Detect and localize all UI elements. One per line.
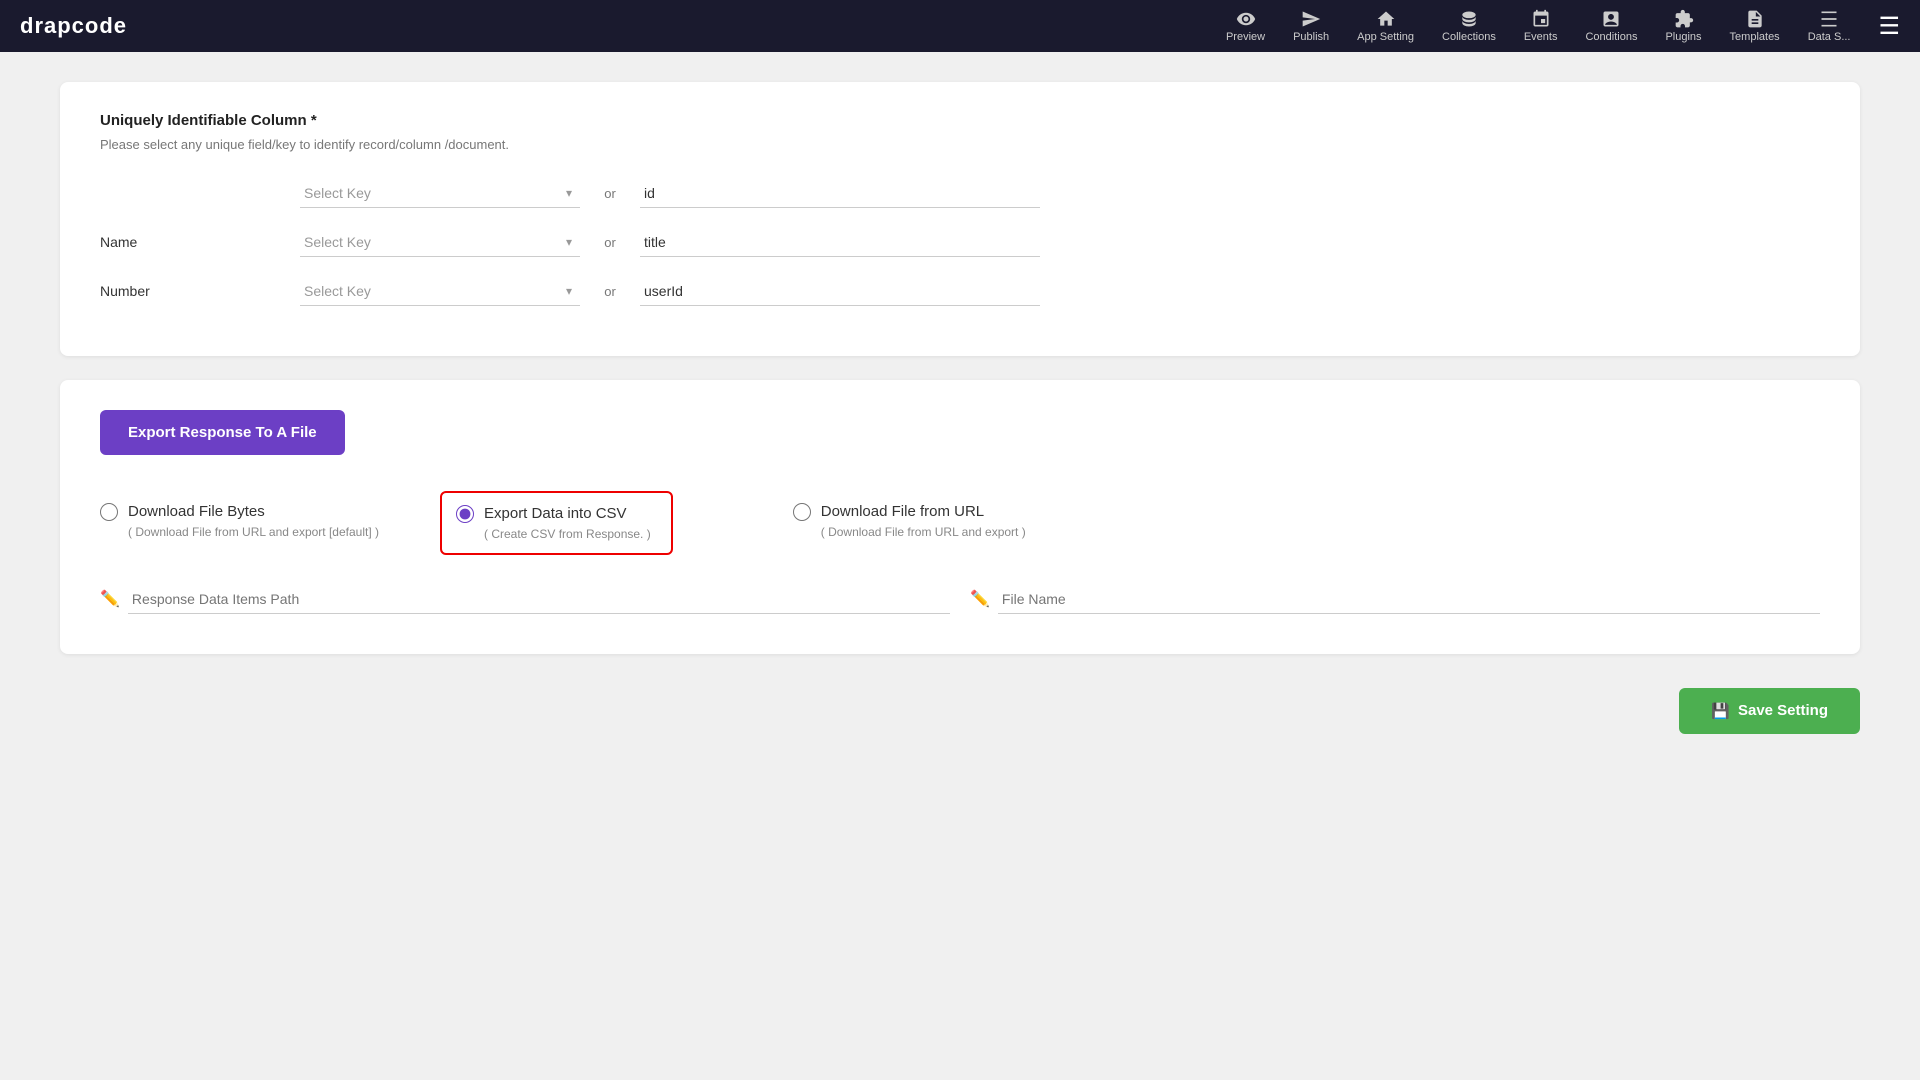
topnav-icons: Preview Publish App Setting Collections … <box>1226 9 1900 43</box>
section-subtitle: Please select any unique field/key to id… <box>100 135 1820 155</box>
field-row-name: Name Select Key or <box>100 228 1820 257</box>
section-header: Uniquely Identifiable Column * Please se… <box>100 112 1820 155</box>
topnav: drapcode Preview Publish App Setting Col… <box>0 0 1920 52</box>
topnav-events-label: Events <box>1524 31 1558 43</box>
radio-option-download-bytes[interactable]: Download File Bytes ( Download File from… <box>100 491 380 551</box>
select-key-id[interactable]: Select Key <box>300 179 580 208</box>
radio-download-bytes-sub: ( Download File from URL and export [def… <box>128 525 379 539</box>
field-row-id: Select Key or <box>100 179 1820 208</box>
select-key-id-wrapper: Select Key <box>300 179 580 208</box>
topnav-templates-label: Templates <box>1730 31 1780 43</box>
radio-download-bytes[interactable] <box>100 503 118 521</box>
topnav-collections[interactable]: Collections <box>1442 9 1496 43</box>
topnav-plugins[interactable]: Plugins <box>1665 9 1701 43</box>
topnav-data[interactable]: Data S... <box>1808 9 1851 43</box>
field-label-name: Name <box>100 234 300 250</box>
radio-options-row: Download File Bytes ( Download File from… <box>100 491 1820 555</box>
value-input-name[interactable] <box>640 228 1040 257</box>
radio-option-export-csv[interactable]: Export Data into CSV ( Create CSV from R… <box>440 491 673 555</box>
select-key-name-wrapper: Select Key <box>300 228 580 257</box>
select-key-name[interactable]: Select Key <box>300 228 580 257</box>
topnav-events[interactable]: Events <box>1524 9 1558 43</box>
section-title: Uniquely Identifiable Column * <box>100 112 1820 129</box>
response-path-input[interactable] <box>128 585 950 614</box>
radio-export-csv-label: Export Data into CSV <box>484 505 627 522</box>
or-label-id: or <box>580 186 640 201</box>
file-name-input[interactable] <box>998 585 1820 614</box>
topnav-conditions[interactable]: Conditions <box>1585 9 1637 43</box>
hamburger-menu[interactable]: ☰ <box>1878 12 1900 41</box>
save-label: Save Setting <box>1738 702 1828 719</box>
topnav-publish[interactable]: Publish <box>1293 9 1329 43</box>
export-response-button[interactable]: Export Response To A File <box>100 410 345 455</box>
topnav-plugins-label: Plugins <box>1665 31 1701 43</box>
export-inputs-row: ✏️ ✏️ <box>100 585 1820 614</box>
or-label-number: or <box>580 284 640 299</box>
topnav-preview-label: Preview <box>1226 31 1265 43</box>
file-name-group: ✏️ <box>970 585 1820 614</box>
uniquely-identifiable-card: Uniquely Identifiable Column * Please se… <box>60 82 1860 356</box>
field-label-number: Number <box>100 283 300 299</box>
topnav-publish-label: Publish <box>1293 31 1329 43</box>
value-input-number[interactable] <box>640 277 1040 306</box>
pencil-icon-path: ✏️ <box>100 589 120 609</box>
radio-export-csv[interactable] <box>456 505 474 523</box>
save-icon: 💾 <box>1711 702 1730 720</box>
app-logo: drapcode <box>20 13 127 39</box>
main-content: Uniquely Identifiable Column * Please se… <box>0 52 1920 1080</box>
radio-download-bytes-label: Download File Bytes <box>128 503 265 520</box>
response-path-group: ✏️ <box>100 585 950 614</box>
radio-download-url[interactable] <box>793 503 811 521</box>
radio-download-url-label: Download File from URL <box>821 503 984 520</box>
topnav-conditions-label: Conditions <box>1585 31 1637 43</box>
field-row-number: Number Select Key or <box>100 277 1820 306</box>
value-input-id[interactable] <box>640 179 1040 208</box>
select-key-number-wrapper: Select Key <box>300 277 580 306</box>
radio-download-url-sub: ( Download File from URL and export ) <box>821 525 1026 539</box>
radio-option-download-url[interactable]: Download File from URL ( Download File f… <box>793 491 1026 551</box>
topnav-app-setting-label: App Setting <box>1357 31 1414 43</box>
topnav-data-label: Data S... <box>1808 31 1851 43</box>
topnav-app-setting[interactable]: App Setting <box>1357 9 1414 43</box>
export-section-card: Export Response To A File Download File … <box>60 380 1860 654</box>
save-setting-button[interactable]: 💾 Save Setting <box>1679 688 1860 734</box>
topnav-templates[interactable]: Templates <box>1730 9 1780 43</box>
radio-export-csv-sub: ( Create CSV from Response. ) <box>484 527 651 541</box>
or-label-name: or <box>580 235 640 250</box>
select-key-number[interactable]: Select Key <box>300 277 580 306</box>
bottom-bar: 💾 Save Setting <box>60 678 1860 744</box>
pencil-icon-filename: ✏️ <box>970 589 990 609</box>
topnav-collections-label: Collections <box>1442 31 1496 43</box>
topnav-preview[interactable]: Preview <box>1226 9 1265 43</box>
